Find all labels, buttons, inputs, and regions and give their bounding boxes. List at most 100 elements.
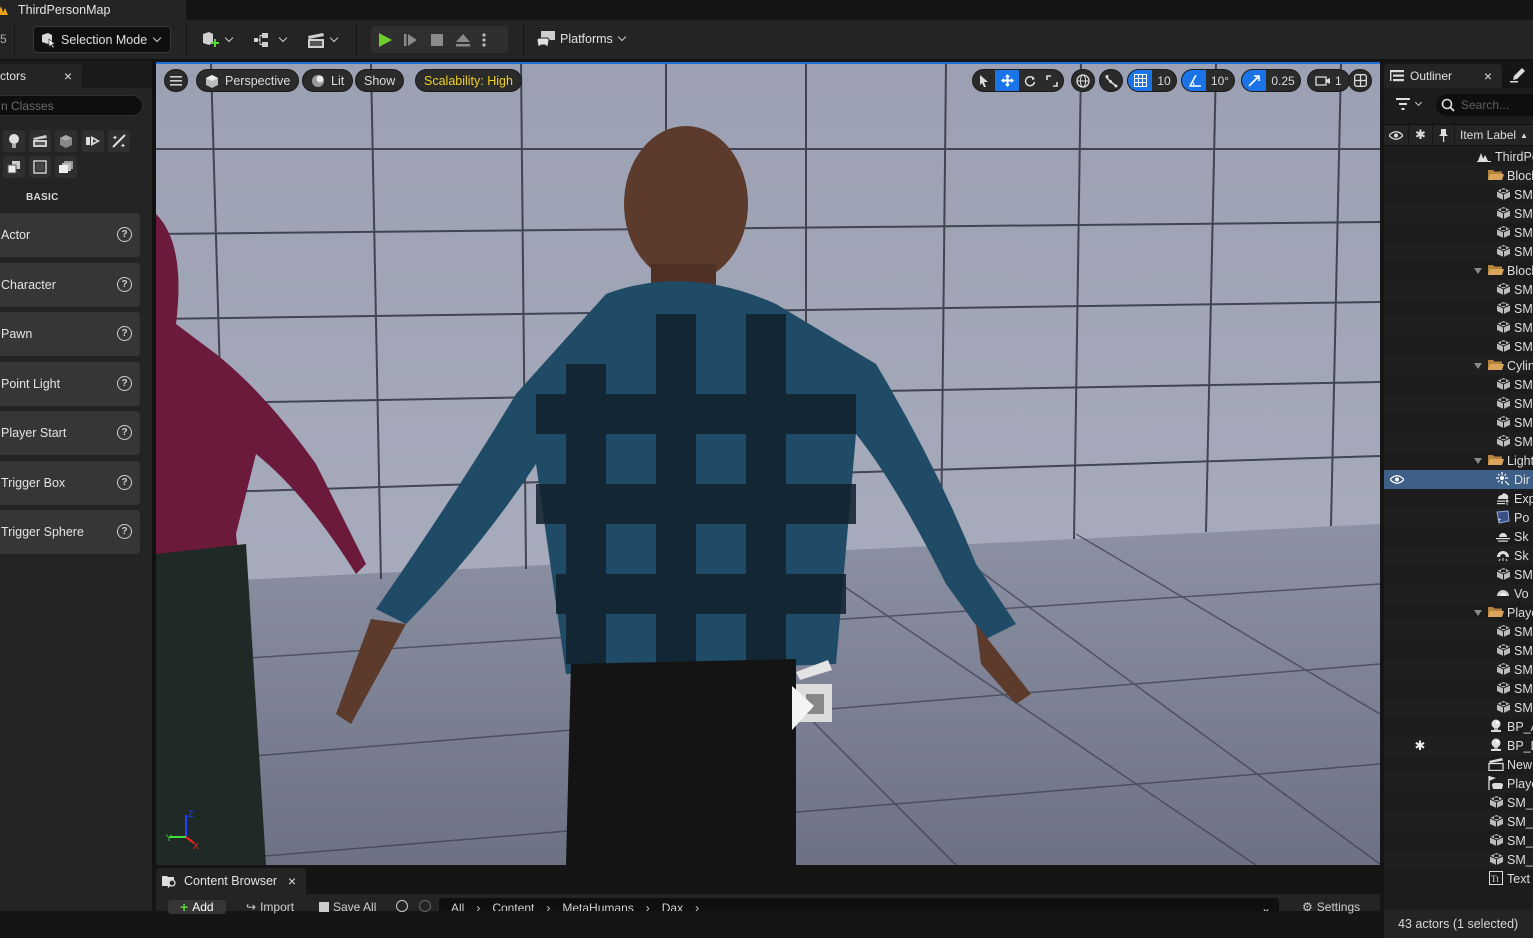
outliner-row[interactable]: Dir	[1384, 470, 1533, 489]
outliner-folder-row[interactable]: Block	[1384, 166, 1533, 185]
breadcrumb-item[interactable]: Dax	[662, 898, 683, 911]
outliner-row[interactable]: SM	[1384, 223, 1533, 242]
grid-snap-toggle[interactable]	[1128, 70, 1152, 91]
expand-arrow-icon[interactable]	[1474, 458, 1482, 464]
platforms-dropdown[interactable]: Platforms	[536, 28, 627, 50]
grid-snap-value[interactable]: 10	[1152, 70, 1176, 91]
place-actor-item[interactable]: Trigger Sphere?	[0, 510, 140, 554]
outliner-row[interactable]: SM	[1384, 698, 1533, 717]
outliner-row[interactable]: SM	[1384, 375, 1533, 394]
map-tab[interactable]: ThirdPersonMap	[0, 0, 186, 20]
outliner-row[interactable]: SM	[1384, 622, 1533, 641]
rotation-snap-value[interactable]: 10°	[1206, 70, 1234, 91]
level-viewport[interactable]: Z Y X Perspective Lit Show Scalability: …	[156, 64, 1380, 865]
outliner-row[interactable]: SM	[1384, 299, 1533, 318]
outliner-row[interactable]: Vo	[1384, 584, 1533, 603]
outliner-row[interactable]: Exp	[1384, 489, 1533, 508]
stop-icon[interactable]	[429, 32, 445, 48]
translate-tool-button[interactable]	[995, 70, 1019, 91]
class-search-input[interactable]: n Classes	[0, 95, 143, 116]
scale-tool-button[interactable]	[1041, 70, 1063, 91]
layout-button[interactable]	[1348, 69, 1372, 92]
place-actors-tab[interactable]: ctors ×	[0, 64, 82, 88]
outliner-row[interactable]: Sk	[1384, 527, 1533, 546]
outliner-row[interactable]: BP_A	[1384, 717, 1533, 736]
chevron-down-icon[interactable]: ⌄	[1261, 898, 1271, 911]
fx-icon[interactable]: ✦ ✦	[108, 130, 130, 152]
outliner-search-input[interactable]: Search...	[1436, 94, 1533, 116]
scale-snap-value[interactable]: 0.25	[1266, 70, 1300, 91]
step-icon[interactable]	[403, 32, 419, 48]
outliner-row[interactable]: SM_C	[1384, 831, 1533, 850]
close-icon[interactable]: ×	[1484, 68, 1492, 84]
viewport-options-button[interactable]	[164, 69, 188, 92]
outliner-row[interactable]: Playe	[1384, 774, 1533, 793]
expand-arrow-icon[interactable]	[1474, 610, 1482, 616]
visibility-column[interactable]	[1384, 125, 1409, 145]
outliner-row[interactable]: SM	[1384, 185, 1533, 204]
filter-button[interactable]	[1396, 98, 1423, 110]
place-actor-item[interactable]: Actor?	[0, 213, 140, 257]
place-actor-item[interactable]: Point Light?	[0, 362, 140, 406]
rotation-snap-toggle[interactable]	[1182, 70, 1206, 91]
place-actor-item[interactable]: Pawn?	[0, 312, 140, 356]
outliner-row[interactable]: Tt Text	[1384, 869, 1533, 888]
add-button[interactable]: + Add	[168, 900, 226, 914]
geometry-icon[interactable]	[29, 156, 51, 178]
add-actor-button[interactable]	[201, 29, 234, 51]
scale-snap-toggle[interactable]	[1242, 70, 1266, 91]
breadcrumb-item[interactable]: All	[451, 898, 464, 911]
save-all-button[interactable]: Save All	[319, 900, 376, 914]
surface-snap-button[interactable]	[1099, 69, 1123, 92]
help-icon[interactable]: ?	[117, 326, 132, 341]
selection-mode-dropdown[interactable]: Selection Mode	[33, 26, 171, 53]
outliner-folder-row[interactable]: Block	[1384, 261, 1533, 280]
help-icon[interactable]: ?	[117, 227, 132, 242]
help-icon[interactable]: ?	[117, 524, 132, 539]
outliner-folder-row[interactable]: Light	[1384, 451, 1533, 470]
outliner-row[interactable]: SM	[1384, 660, 1533, 679]
scalability-button[interactable]: Scalability: High	[415, 69, 522, 92]
breadcrumb-item[interactable]: Content	[492, 898, 534, 911]
cinematic-icon[interactable]	[29, 130, 51, 152]
expand-arrow-icon[interactable]	[1474, 268, 1482, 274]
breadcrumb-item[interactable]: MetaHumans	[562, 898, 633, 911]
select-tool-button[interactable]	[973, 70, 995, 91]
outliner-row[interactable]: SM_C	[1384, 812, 1533, 831]
rotate-tool-button[interactable]	[1019, 70, 1041, 91]
outliner-row[interactable]: SM	[1384, 641, 1533, 660]
help-icon[interactable]: ?	[117, 475, 132, 490]
view-mode-button[interactable]: Lit	[302, 69, 354, 92]
outliner-row[interactable]: ThirdPe	[1384, 147, 1533, 166]
outliner-tab[interactable]: Outliner ×	[1384, 64, 1502, 88]
light-icon[interactable]	[3, 130, 25, 152]
blueprint-button[interactable]	[253, 29, 288, 51]
history-forward-button[interactable]	[419, 900, 431, 912]
show-button[interactable]: Show	[355, 69, 405, 92]
pin-column[interactable]	[1433, 125, 1455, 145]
all-classes-icon[interactable]	[55, 156, 77, 178]
eye-icon[interactable]	[1389, 473, 1405, 487]
outliner-folder-row[interactable]: Playe	[1384, 603, 1533, 622]
visual-effects-icon[interactable]	[82, 130, 104, 152]
outliner-row[interactable]: SM	[1384, 280, 1533, 299]
place-actor-item[interactable]: Trigger Box?	[0, 461, 140, 505]
close-icon[interactable]: ×	[64, 68, 72, 84]
outliner-row[interactable]: SM	[1384, 432, 1533, 451]
close-icon[interactable]: ×	[288, 873, 296, 889]
outliner-row[interactable]: Sk	[1384, 546, 1533, 565]
settings-button[interactable]: ⚙ Settings	[1302, 900, 1360, 914]
outliner-folder-row[interactable]: Cylin	[1384, 356, 1533, 375]
shape-cube-icon[interactable]	[55, 130, 77, 152]
outliner-row[interactable]: SM	[1384, 242, 1533, 261]
perspective-button[interactable]: Perspective	[196, 69, 300, 92]
import-button[interactable]: ↪ Import	[246, 900, 294, 914]
details-tab[interactable]	[1510, 67, 1526, 86]
place-actor-item[interactable]: Player Start?	[0, 411, 140, 455]
outliner-row[interactable]: SM	[1384, 679, 1533, 698]
outliner-row[interactable]: SM	[1384, 204, 1533, 223]
outliner-row[interactable]: SM	[1384, 394, 1533, 413]
favorite-column[interactable]: ✱	[1409, 125, 1433, 145]
more-options-icon[interactable]	[481, 32, 487, 48]
outliner-row[interactable]: SM	[1384, 337, 1533, 356]
